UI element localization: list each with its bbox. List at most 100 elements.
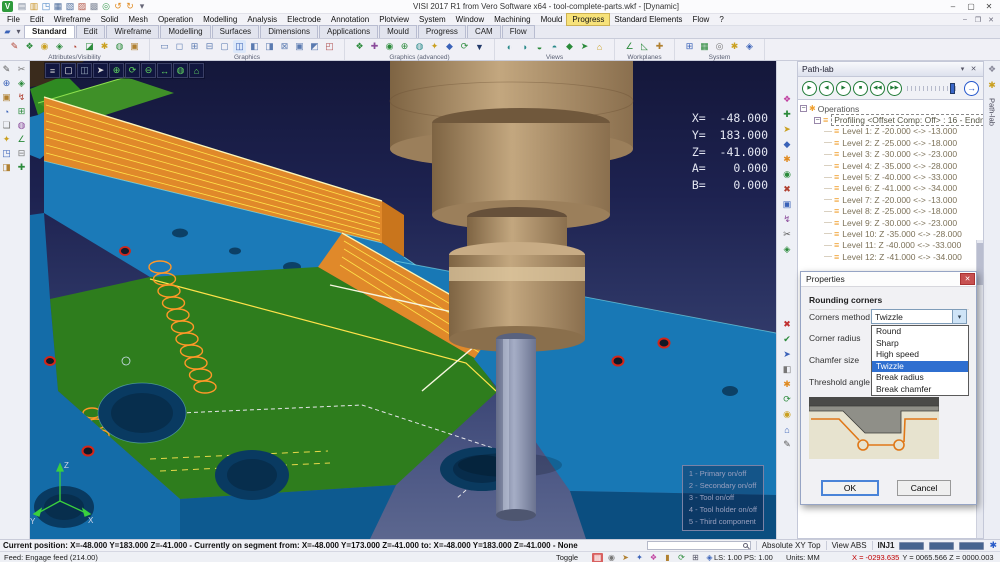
- compare-icon[interactable]: ◧: [780, 363, 794, 376]
- tree-scrollbar-thumb[interactable]: [977, 243, 983, 285]
- viewport-select-window-icon[interactable]: ▢: [61, 63, 76, 78]
- toolbar-tab[interactable]: Wireframe: [106, 25, 159, 38]
- wireframe-view-icon[interactable]: ◨: [263, 40, 276, 53]
- tree-level-row[interactable]: ≡ Level 12: Z -41.000 <-> -34.000: [798, 251, 983, 262]
- filter-icon[interactable]: ◈: [53, 40, 66, 53]
- playback-slider-thumb[interactable]: [950, 83, 955, 94]
- tree-level-row[interactable]: ≡ Level 10: Z -35.000 <-> -28.000: [798, 228, 983, 239]
- workplane-name[interactable]: INJ1: [878, 541, 895, 550]
- toolbar-tab[interactable]: Flow: [502, 25, 535, 38]
- menu-item[interactable]: Mesh: [123, 14, 153, 25]
- workplane-angle-icon[interactable]: ∠: [623, 40, 636, 53]
- system-star-icon[interactable]: ✱: [728, 40, 741, 53]
- search-input[interactable]: [647, 541, 751, 550]
- viewport-menu-icon[interactable]: ≡: [45, 63, 60, 78]
- tree-level-row[interactable]: ≡ Level 4: Z -35.000 <-> -28.000: [798, 160, 983, 171]
- stop-button[interactable]: ■: [853, 81, 868, 96]
- pick-mode-icon[interactable]: ➤: [620, 553, 631, 562]
- toolbar-tab[interactable]: Surfaces: [212, 25, 260, 38]
- menu-item[interactable]: ?: [714, 14, 728, 25]
- system-gem-icon[interactable]: ◈: [743, 40, 756, 53]
- cancel-button[interactable]: Cancel: [897, 480, 951, 496]
- attributes-icon[interactable]: ✎: [8, 40, 21, 53]
- record-icon[interactable]: ▦: [592, 553, 603, 562]
- shadow-icon[interactable]: ◍: [413, 40, 426, 53]
- point-icon[interactable]: ⊕: [0, 77, 13, 90]
- tree-level-row[interactable]: ≡ Level 11: Z -40.000 <-> -33.000: [798, 240, 983, 251]
- confirm-op-icon[interactable]: ✔: [780, 333, 794, 346]
- toolbar-tab[interactable]: Mould: [379, 25, 417, 38]
- undo-icon[interactable]: ↺: [112, 1, 124, 13]
- mouse-icon[interactable]: ◉: [606, 553, 617, 562]
- isometric-icon[interactable]: ▼: [473, 40, 486, 53]
- pin-icon[interactable]: ▾: [957, 64, 968, 75]
- export-icon[interactable]: ▨: [76, 1, 88, 13]
- solid-icon[interactable]: ◈: [15, 77, 28, 90]
- fast-forward-button[interactable]: ▶▶: [887, 81, 902, 96]
- hidden-line-icon[interactable]: ⊠: [278, 40, 291, 53]
- menu-item[interactable]: Solid: [96, 14, 124, 25]
- snap-icon[interactable]: ✦: [634, 553, 645, 562]
- mask-icon[interactable]: ◪: [83, 40, 96, 53]
- viewport-home-icon[interactable]: ⌂: [189, 63, 204, 78]
- toolpath-add-icon[interactable]: ✚: [780, 108, 794, 121]
- preview-icon[interactable]: ◎: [100, 1, 112, 13]
- arc-icon[interactable]: ◔: [0, 105, 13, 118]
- cylinder-icon[interactable]: ▮: [662, 553, 673, 562]
- toolbar-tab[interactable]: Edit: [76, 25, 106, 38]
- regen-icon[interactable]: ✱: [780, 378, 794, 391]
- system-target-icon[interactable]: ◎: [713, 40, 726, 53]
- menu-item[interactable]: Machining: [489, 14, 535, 25]
- layers-status-icon[interactable]: ❖: [648, 553, 659, 562]
- zoom-window-icon[interactable]: ▭: [158, 40, 171, 53]
- zoom-extents-icon[interactable]: ◻: [173, 40, 186, 53]
- menu-item[interactable]: Wireframe: [49, 14, 96, 25]
- toolbar-tab[interactable]: Modelling: [160, 25, 210, 38]
- highlight-icon[interactable]: ✱: [98, 40, 111, 53]
- refresh-status-icon[interactable]: ⟳: [676, 553, 687, 562]
- menu-item[interactable]: Annotation: [326, 14, 374, 25]
- ok-button[interactable]: OK: [821, 480, 879, 496]
- probe-icon[interactable]: ◉: [780, 408, 794, 421]
- menu-item[interactable]: Progress: [567, 14, 609, 25]
- redo-icon[interactable]: ↻: [124, 1, 136, 13]
- toolbar-tab[interactable]: Applications: [319, 25, 378, 38]
- import-icon[interactable]: ◳: [40, 1, 52, 13]
- dropdown-option[interactable]: Break radius: [872, 372, 968, 384]
- mdi-close-button[interactable]: ✕: [986, 16, 996, 24]
- delete-op-icon[interactable]: ✖: [780, 318, 794, 331]
- mdi-minimize-button[interactable]: –: [960, 16, 970, 24]
- toolbar-tab[interactable]: Progress: [418, 25, 466, 38]
- toolbar-options-icon[interactable]: ▾: [13, 26, 24, 37]
- workplane-triangle-icon[interactable]: ◺: [638, 40, 651, 53]
- menu-item[interactable]: File: [2, 14, 25, 25]
- dropdown-option[interactable]: Twizzle: [872, 361, 968, 373]
- chevron-down-icon[interactable]: ▾: [952, 310, 966, 323]
- mdi-restore-button[interactable]: ❐: [973, 16, 983, 24]
- grid-snap-icon[interactable]: ⊞: [15, 105, 28, 118]
- render-icon[interactable]: ▣: [293, 40, 306, 53]
- tree-scrollbar[interactable]: [976, 240, 983, 538]
- menu-item[interactable]: Mould: [536, 14, 568, 25]
- menu-item[interactable]: Window: [451, 14, 489, 25]
- origin-icon[interactable]: ⌂: [780, 423, 794, 436]
- menu-item[interactable]: Operation: [153, 14, 198, 25]
- dropdown-option[interactable]: High speed: [872, 349, 968, 361]
- zoom-in-icon[interactable]: ⊞: [188, 40, 201, 53]
- step-back-button[interactable]: ◀: [819, 81, 834, 96]
- tree-root-row[interactable]: ✱ Operations: [798, 103, 983, 114]
- transparency-icon[interactable]: ◍: [113, 40, 126, 53]
- circle-icon[interactable]: ◍: [15, 119, 28, 132]
- tree-level-row[interactable]: ≡ Level 2: Z -25.000 <-> -18.000: [798, 137, 983, 148]
- toolbar-tab[interactable]: Dimensions: [260, 25, 318, 38]
- view-mode[interactable]: View ABS: [832, 541, 867, 550]
- layer-icon[interactable]: ◉: [38, 40, 51, 53]
- dropdown-option[interactable]: Break chamfer: [872, 384, 968, 396]
- viewport-rotate-icon[interactable]: ⟳: [125, 63, 140, 78]
- tree-level-row[interactable]: ≡ Level 8: Z -25.000 <-> -18.000: [798, 206, 983, 217]
- tree-level-row[interactable]: ≡ Level 9: Z -30.000 <-> -23.000: [798, 217, 983, 228]
- toolpath-cut-icon[interactable]: ✂: [780, 228, 794, 241]
- toolpath-link-icon[interactable]: ↯: [780, 213, 794, 226]
- system-table-icon[interactable]: ▦: [698, 40, 711, 53]
- status-panel-button[interactable]: [929, 542, 954, 550]
